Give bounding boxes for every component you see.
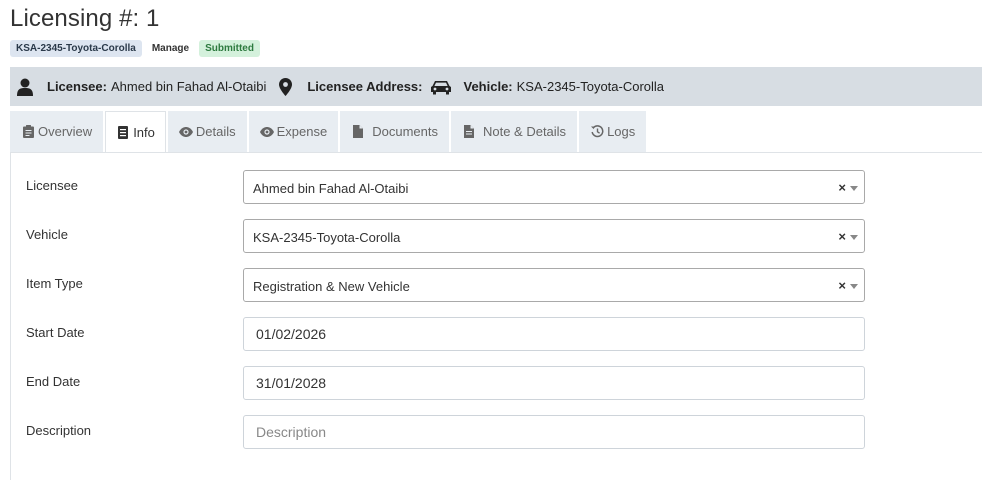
tab-note-details[interactable]: Note & Details — [450, 111, 578, 152]
licensee-field-label: Licensee — [26, 178, 79, 193]
description-input[interactable] — [243, 415, 865, 449]
tab-label: Expense — [276, 124, 328, 139]
info-panel: Licensee Ahmed bin Fahad Al-Otaibi × Veh… — [10, 152, 982, 480]
tab-overview[interactable]: Overview — [10, 111, 104, 152]
tab-label: Documents — [372, 124, 438, 139]
eye-icon — [259, 125, 274, 139]
licensee-select-value: Ahmed bin Fahad Al-Otaibi — [253, 181, 409, 196]
start-date-input[interactable] — [243, 317, 865, 351]
licensee-label: Licensee: — [47, 79, 107, 94]
start-date-field-label: Start Date — [26, 325, 85, 340]
end-date-field-label: End Date — [26, 374, 81, 389]
history-icon — [590, 125, 604, 139]
document-icon — [116, 125, 130, 139]
item-type-row: Item Type Registration & New Vehicle × — [11, 268, 982, 302]
description-row: Description — [11, 415, 982, 449]
user-icon — [15, 77, 35, 97]
item-type-field-label: Item Type — [26, 276, 83, 291]
tab-logs[interactable]: Logs — [579, 111, 647, 152]
tab-bar: Overview Info Details Expense Documents … — [10, 111, 648, 153]
chevron-down-icon[interactable] — [850, 235, 858, 240]
tab-expense[interactable]: Expense — [248, 111, 339, 152]
file-icon — [351, 125, 365, 139]
info-bar: Licensee: Ahmed bin Fahad Al-Otaibi Lice… — [10, 67, 982, 106]
end-date-input[interactable] — [243, 366, 865, 400]
eye-icon — [178, 125, 193, 139]
licensee-select[interactable]: Ahmed bin Fahad Al-Otaibi × — [243, 170, 865, 204]
vehicle-field-label: Vehicle — [26, 227, 68, 242]
licensee-row: Licensee Ahmed bin Fahad Al-Otaibi × — [11, 170, 982, 204]
tab-label: Overview — [38, 124, 93, 139]
tab-label: Details — [195, 124, 236, 139]
map-marker-icon — [275, 77, 295, 97]
vehicle-value: KSA-2345-Toyota-Corolla — [516, 79, 665, 94]
badge-group: KSA-2345-Toyota-Corolla Manage Submitted — [10, 40, 260, 57]
file-text-icon — [462, 125, 476, 139]
tab-label: Note & Details — [482, 124, 567, 139]
vehicle-select[interactable]: KSA-2345-Toyota-Corolla × — [243, 219, 865, 253]
item-type-select[interactable]: Registration & New Vehicle × — [243, 268, 865, 302]
clear-icon[interactable]: × — [838, 278, 846, 293]
plate-badge: KSA-2345-Toyota-Corolla — [10, 40, 142, 57]
address-info: Licensee Address: — [275, 77, 426, 97]
tab-documents[interactable]: Documents — [340, 111, 449, 152]
clear-icon[interactable]: × — [838, 229, 846, 244]
item-type-select-value: Registration & New Vehicle — [253, 279, 410, 294]
vehicle-label: Vehicle: — [463, 79, 513, 94]
end-date-row: End Date — [11, 366, 982, 400]
vehicle-info: Vehicle: KSA-2345-Toyota-Corolla — [431, 77, 664, 97]
licensee-info: Licensee: Ahmed bin Fahad Al-Otaibi — [15, 77, 266, 97]
clipboard-icon — [21, 125, 35, 139]
manage-link[interactable]: Manage — [148, 40, 193, 57]
chevron-down-icon[interactable] — [850, 284, 858, 289]
tab-label: Info — [133, 124, 155, 140]
tab-details[interactable]: Details — [167, 111, 247, 152]
chevron-down-icon[interactable] — [850, 186, 858, 191]
clear-icon[interactable]: × — [838, 180, 846, 195]
vehicle-row: Vehicle KSA-2345-Toyota-Corolla × — [11, 219, 982, 253]
tab-label: Logs — [607, 124, 636, 139]
start-date-row: Start Date — [11, 317, 982, 351]
vehicle-select-value: KSA-2345-Toyota-Corolla — [253, 230, 401, 245]
tab-info[interactable]: Info — [105, 111, 166, 153]
car-icon — [431, 77, 452, 97]
address-label: Licensee Address: — [307, 79, 423, 94]
page-title: Licensing #: 1 — [10, 5, 160, 32]
status-badge: Submitted — [199, 40, 260, 57]
licensee-value: Ahmed bin Fahad Al-Otaibi — [110, 79, 267, 94]
description-field-label: Description — [26, 423, 92, 438]
